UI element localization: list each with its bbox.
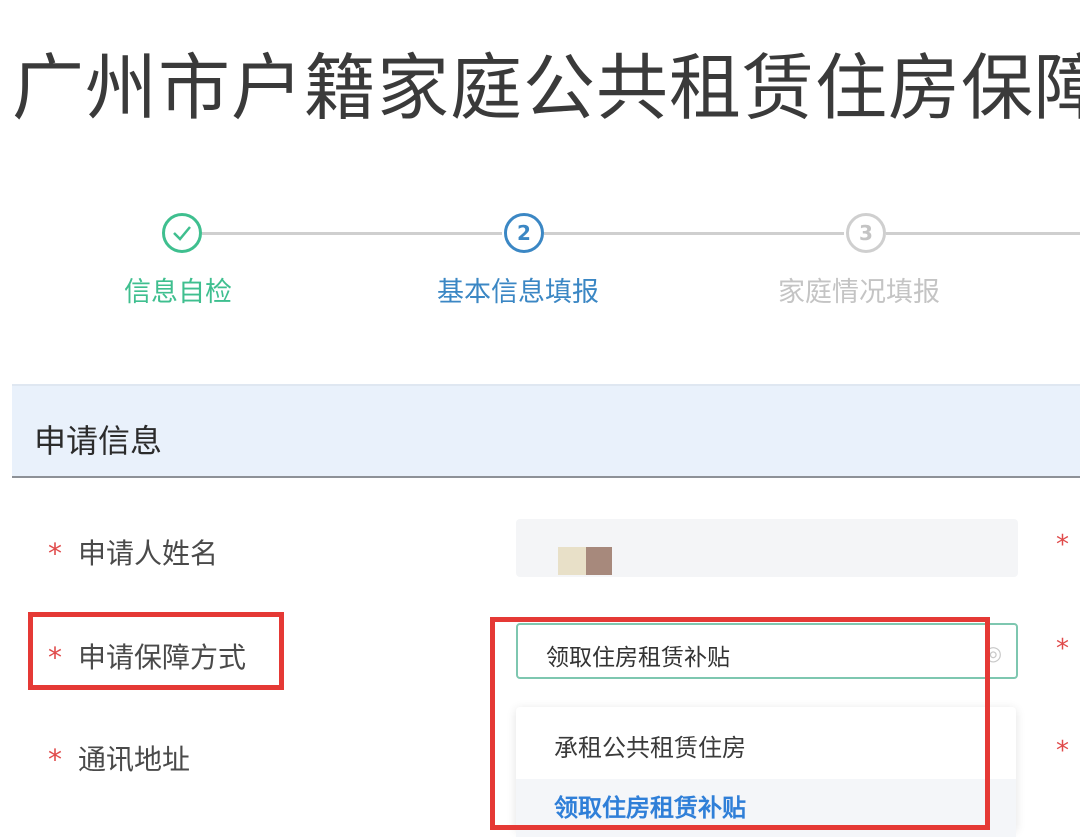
panel-header: 申请信息 [12, 384, 1080, 478]
step-connector [544, 232, 844, 235]
step-1-check-icon [162, 213, 202, 253]
step-2-label: 基本信息填报 [437, 277, 599, 308]
address-label: * 通讯地址 [48, 738, 190, 778]
step-3-label: 家庭情况填报 [778, 277, 940, 308]
step-connector [202, 232, 502, 235]
required-mark: * [1056, 634, 1069, 664]
required-mark: * [48, 537, 62, 570]
required-mark: * [48, 743, 62, 776]
step-3-number: 3 [846, 213, 886, 253]
redacted-name [586, 547, 612, 575]
page-title: 广州市户籍家庭公共租赁住房保障 [12, 46, 1080, 130]
highlight-box [28, 612, 284, 690]
panel-title: 申请信息 [34, 422, 163, 460]
required-mark: * [1056, 530, 1069, 560]
redacted-name [558, 547, 586, 575]
applicant-name-input[interactable] [516, 519, 1018, 577]
label-text: 申请人姓名 [78, 537, 219, 570]
label-text: 通讯地址 [78, 743, 191, 776]
step-connector [886, 232, 1080, 235]
step-1-label: 信息自检 [124, 277, 232, 308]
step-2-number: 2 [504, 213, 544, 253]
applicant-name-label: * 申请人姓名 [48, 532, 218, 572]
required-mark: * [1056, 736, 1069, 766]
highlight-box [490, 617, 990, 830]
